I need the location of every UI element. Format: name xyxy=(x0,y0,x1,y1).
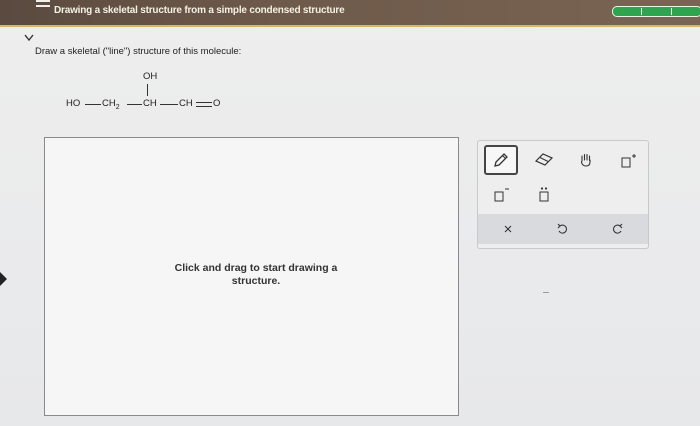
negative-charge-icon xyxy=(494,188,509,202)
canvas-hint-line-1: Click and drag to start drawing a xyxy=(174,262,338,274)
undo-button[interactable] xyxy=(550,218,574,240)
oxygen-atom: O xyxy=(213,98,221,109)
hand-tool[interactable] xyxy=(572,149,600,171)
aldehyde-ch: CH xyxy=(179,98,193,109)
canvas-hint: Click and drag to start drawing a struct… xyxy=(146,262,366,288)
positive-charge-tool[interactable] xyxy=(614,149,644,173)
header-divider xyxy=(0,25,700,27)
double-bond xyxy=(196,102,212,107)
topic-title: Drawing a skeletal structure from a simp… xyxy=(54,5,345,16)
action-row xyxy=(478,214,648,244)
bond-2 xyxy=(127,104,142,105)
dash-mark xyxy=(543,292,549,293)
eraser-tool[interactable] xyxy=(530,149,558,171)
menu-icon[interactable] xyxy=(6,0,50,25)
header-bar: Drawing a skeletal structure from a simp… xyxy=(0,0,700,25)
hand-icon xyxy=(581,153,591,167)
clear-icon xyxy=(504,225,512,233)
drawing-toolbar xyxy=(477,140,649,249)
mouse-cursor-icon xyxy=(0,272,7,286)
bond-vertical xyxy=(147,84,148,96)
progress-bar xyxy=(612,6,700,17)
bond-1 xyxy=(85,104,101,105)
negative-charge-tool[interactable] xyxy=(488,183,516,207)
canvas-hint-line-2: structure. xyxy=(231,275,281,287)
redo-icon xyxy=(613,223,623,234)
redo-button[interactable] xyxy=(606,218,630,240)
oh-group: OH xyxy=(143,71,158,82)
question-prompt: Draw a skeletal ("line") structure of th… xyxy=(35,46,242,57)
eraser-icon xyxy=(534,153,554,166)
positive-charge-icon xyxy=(621,154,636,168)
ch-group: CH xyxy=(143,98,157,109)
clear-button[interactable] xyxy=(496,218,520,240)
bond-3 xyxy=(160,104,178,105)
pencil-tool[interactable] xyxy=(484,145,518,175)
lone-pair-tool[interactable] xyxy=(530,183,558,207)
chevron-down-icon[interactable] xyxy=(22,33,36,43)
ch2-group: CH2 xyxy=(102,98,120,111)
pencil-icon xyxy=(494,153,508,167)
lone-pair-icon xyxy=(539,187,549,202)
ho-group: HO xyxy=(66,98,81,109)
undo-icon xyxy=(557,223,567,234)
